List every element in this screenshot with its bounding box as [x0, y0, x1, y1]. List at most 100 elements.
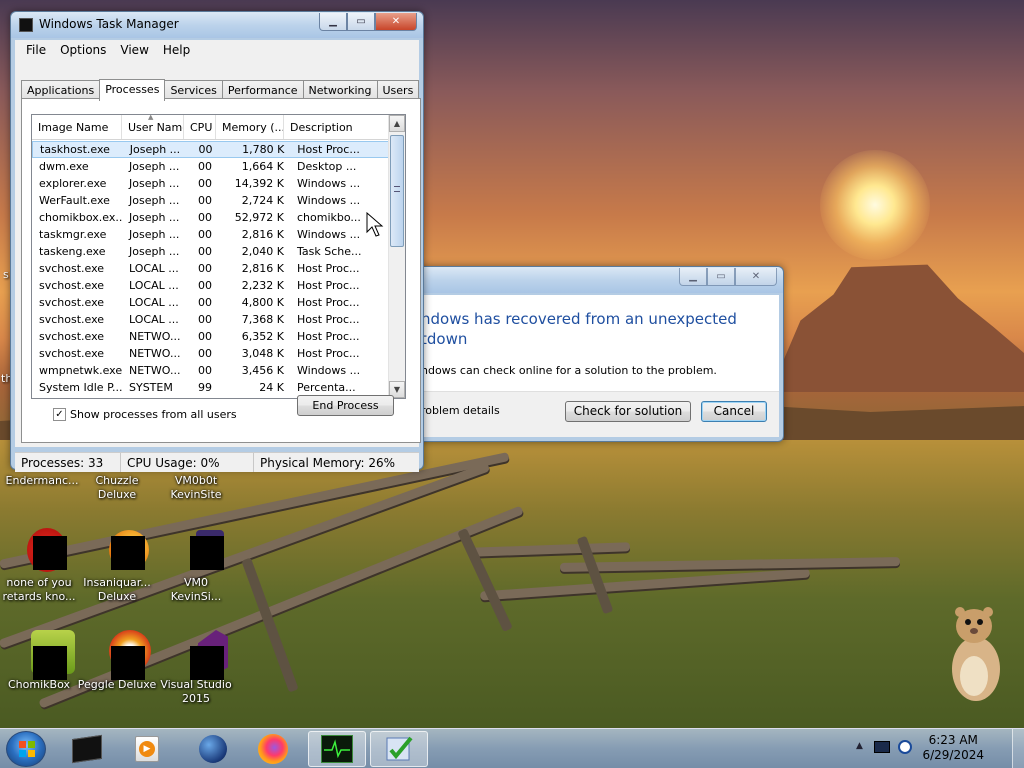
process-row[interactable]: svchost.exe LOCAL ... 00 4,800 K Host Proc..…	[32, 294, 389, 311]
status-bar: Processes: 33 CPU Usage: 0% Physical Mem…	[15, 452, 419, 472]
process-cell: 00	[198, 211, 212, 224]
process-cell: 2,816 K	[241, 262, 284, 275]
tab-services[interactable]: Services	[164, 80, 223, 100]
process-row[interactable]: taskeng.exe Joseph ... 00 2,040 K Task Sche.…	[32, 243, 389, 260]
status-physical-memory: Physical Memory: 26%	[260, 456, 396, 470]
desktop-icon-chomikbox[interactable]: ChomikBox	[0, 628, 81, 692]
end-process-button[interactable]: End Process	[297, 395, 394, 416]
menu-view[interactable]: View	[113, 43, 155, 57]
menu-file[interactable]: File	[19, 43, 53, 57]
mouse-cursor-icon	[366, 212, 384, 237]
wer-titlebar[interactable]: ▁ ▭ ✕	[373, 267, 783, 293]
tab-performance[interactable]: Performance	[221, 80, 304, 100]
process-row[interactable]: svchost.exe LOCAL ... 00 7,368 K Host Proc..…	[32, 311, 389, 328]
maximize-button[interactable]: ▭	[347, 13, 375, 31]
desktop-icon-none-of-you[interactable]: none of you retards kno...	[0, 526, 81, 604]
check-for-solution-button[interactable]: Check for solution	[565, 401, 691, 422]
menu-options[interactable]: Options	[53, 43, 113, 57]
process-row[interactable]: svchost.exe LOCAL ... 00 2,816 K Host Proc..…	[32, 260, 389, 277]
desktop-icon-chuzzle[interactable]: Chuzzle Deluxe	[75, 474, 159, 502]
shortcut-icon	[172, 526, 224, 574]
taskbar-media-player[interactable]: ▶	[118, 731, 176, 767]
wer-footer: roblem details Check for solution Cancel	[377, 391, 779, 437]
maximize-button[interactable]: ▭	[707, 268, 735, 286]
process-list-header: Image Name User Name ▲ CPU Memory (... De…	[32, 115, 405, 140]
tab-users[interactable]: Users	[376, 80, 420, 100]
desktop-icon-label: none of you	[6, 576, 72, 589]
column-header-image-name[interactable]: Image Name	[32, 115, 122, 139]
taskbar-firefox[interactable]	[244, 731, 302, 767]
desktop-icon-peggle[interactable]: Peggle Deluxe	[75, 628, 159, 692]
task-manager-titlebar[interactable]: Windows Task Manager ▁ ▭ ✕	[11, 12, 423, 38]
process-cell: 00	[198, 194, 212, 207]
process-cell: Task Sche...	[297, 245, 362, 258]
opera-icon	[15, 526, 67, 574]
show-all-processes-checkbox[interactable]: ✓ Show processes from all users	[53, 408, 237, 421]
close-button[interactable]: ✕	[735, 268, 777, 286]
process-row[interactable]: svchost.exe LOCAL ... 00 2,232 K Host Proc..…	[32, 277, 389, 294]
tab-networking[interactable]: Networking	[302, 80, 378, 100]
process-cell: Host Proc...	[297, 296, 360, 309]
tab-applications[interactable]: Applications	[21, 80, 101, 100]
process-cell: Joseph ...	[129, 177, 180, 190]
process-row[interactable]: wmpnetwk.exe NETWO... 00 3,456 K Windows ...	[32, 362, 389, 379]
menu-help[interactable]: Help	[156, 43, 197, 57]
process-row[interactable]: chomikbox.ex... Joseph ... 00 52,972 Kchomi…	[32, 209, 389, 226]
minimize-button[interactable]: ▁	[679, 268, 707, 286]
clock-time: 6:23 AM	[928, 733, 978, 747]
scroll-up-button[interactable]: ▲	[389, 115, 405, 132]
desktop-icon-vm0b0t[interactable]: VM0b0t KevinSite	[154, 474, 238, 502]
process-cell: 2,232 K	[241, 279, 284, 292]
tab-processes[interactable]: Processes	[99, 79, 166, 101]
desktop-icon-label: KevinSi...	[170, 590, 222, 603]
minimize-button[interactable]: ▁	[319, 13, 347, 31]
show-desktop-button[interactable]	[1012, 729, 1024, 768]
process-cell: Windows ...	[297, 364, 361, 377]
process-cell: 4,800 K	[241, 296, 284, 309]
process-list-scrollbar[interactable]: ▲ ▼	[388, 115, 405, 398]
desktop-icon-visual-studio[interactable]: Visual Studio 2015	[154, 628, 238, 706]
process-cell: Windows ...	[297, 177, 361, 190]
process-cell: NETWO...	[129, 330, 181, 343]
process-cell: svchost.exe	[39, 279, 105, 292]
process-cell: Joseph ...	[129, 228, 180, 241]
desktop-icon-endermanch[interactable]: Endermanc...	[0, 474, 84, 488]
taskbar-task-manager[interactable]	[308, 731, 366, 767]
desktop-icon-insaniquarium[interactable]: Insaniquar... Deluxe	[75, 526, 159, 604]
network-icon[interactable]	[874, 741, 890, 753]
process-cell: NETWO...	[129, 347, 181, 360]
process-cell: Host Proc...	[297, 279, 360, 292]
process-row[interactable]: System Idle P... SYSTEM 99 24 K Percenta...	[32, 379, 389, 396]
process-row[interactable]: dwm.exe Joseph ... 00 1,664 K Desktop ...	[32, 158, 389, 175]
column-header-user-name[interactable]: User Name ▲	[122, 115, 184, 139]
show-all-processes-label: Show processes from all users	[70, 408, 237, 421]
action-center-icon[interactable]	[898, 740, 912, 754]
taskbar-werfault[interactable]	[370, 731, 428, 767]
cancel-button[interactable]: Cancel	[701, 401, 767, 422]
scroll-thumb[interactable]	[390, 135, 404, 247]
system-tray: ▲ 6:23 AM 6/29/2024	[854, 729, 1024, 768]
column-header-cpu[interactable]: CPU	[184, 115, 216, 139]
problem-details-toggle[interactable]: roblem details	[421, 404, 500, 417]
process-rows: taskhost.exe Joseph ... 00 1,780 K Host Proc…	[32, 141, 389, 396]
process-list[interactable]: Image Name User Name ▲ CPU Memory (... De…	[31, 114, 406, 399]
process-row[interactable]: taskmgr.exe Joseph ... 00 2,816 K Windows ..…	[32, 226, 389, 243]
close-button[interactable]: ✕	[375, 13, 417, 31]
process-row[interactable]: svchost.exe NETWO... 00 3,048 K Host Proc...	[32, 345, 389, 362]
process-cell: LOCAL ...	[129, 262, 179, 275]
process-row[interactable]: svchost.exe NETWO... 00 6,352 K Host Proc...	[32, 328, 389, 345]
show-hidden-icons-button[interactable]: ▲	[856, 741, 863, 751]
process-row[interactable]: WerFault.exe Joseph ... 00 2,724 K Windows .…	[32, 192, 389, 209]
column-header-memory[interactable]: Memory (...	[216, 115, 284, 139]
column-header-description[interactable]: Description	[284, 115, 389, 139]
process-cell: LOCAL ...	[129, 296, 179, 309]
desktop-icon-label: VM0	[183, 576, 208, 589]
taskbar-cmd[interactable]	[58, 731, 116, 767]
visual-studio-icon	[172, 628, 228, 680]
start-button[interactable]	[6, 731, 46, 767]
desktop-icon-vm0[interactable]: VM0 KevinSi...	[154, 526, 238, 604]
clock[interactable]: 6:23 AM 6/29/2024	[922, 733, 984, 763]
process-row[interactable]: explorer.exe Joseph ... 00 14,392 K Windows …	[32, 175, 389, 192]
process-row[interactable]: taskhost.exe Joseph ... 00 1,780 K Host Proc…	[32, 141, 389, 158]
taskbar-globe[interactable]	[184, 731, 242, 767]
